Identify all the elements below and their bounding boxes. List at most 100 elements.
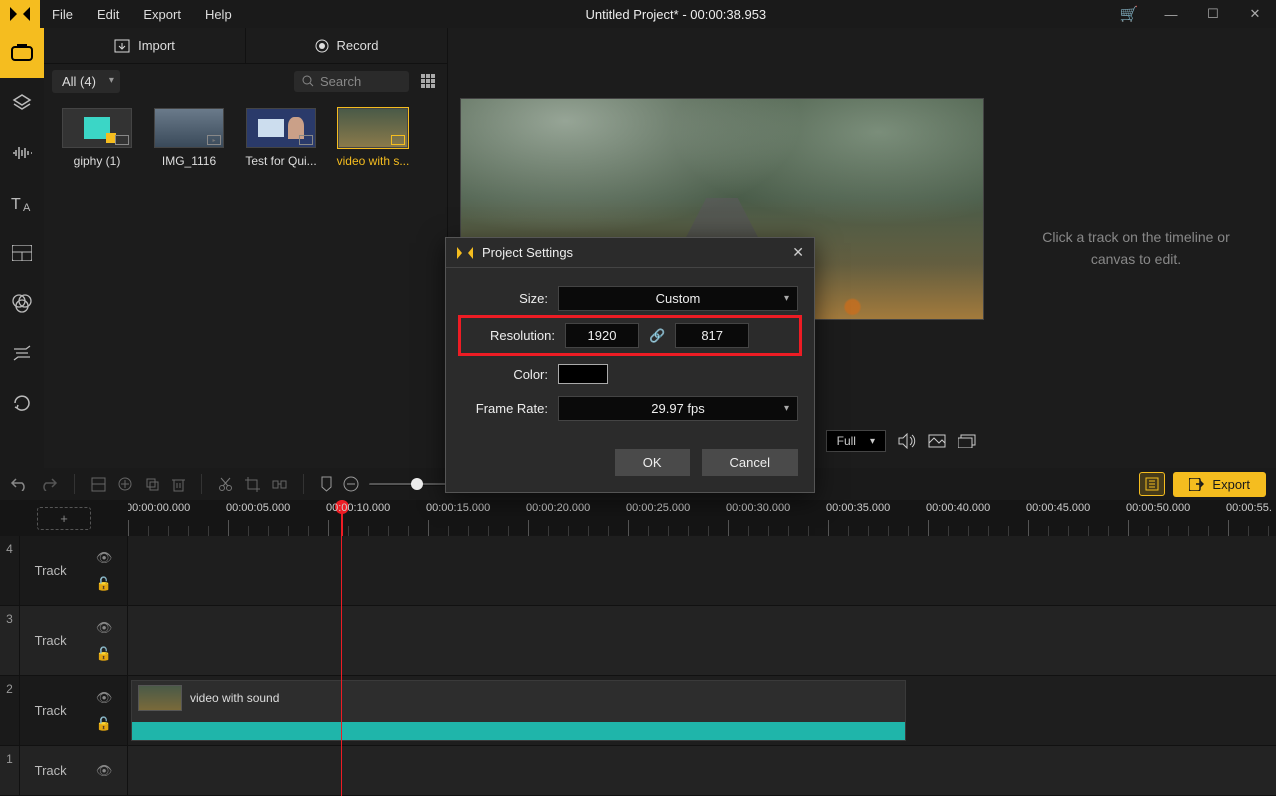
close-button[interactable]: ✕ — [1234, 6, 1276, 22]
cart-icon[interactable]: 🛒 — [1108, 5, 1150, 23]
maximize-button[interactable]: ☐ — [1192, 6, 1234, 22]
track-row[interactable]: 4 Track 👁 🔓 — [0, 536, 1276, 606]
tool-icon[interactable] — [145, 477, 160, 492]
title-bar: File Edit Export Help Untitled Project* … — [0, 0, 1276, 28]
chevron-down-icon: ▾ — [784, 293, 789, 304]
properties-panel: Click a track on the timeline or canvas … — [996, 28, 1276, 468]
timeline-clip[interactable]: video with sound — [131, 680, 906, 741]
highlight-frame: Resolution: 1920 🔗 817 — [458, 315, 802, 356]
track-row[interactable]: 3 Track👁🔓 — [0, 606, 1276, 676]
link-icon[interactable]: 🔗 — [649, 328, 665, 344]
dialog-close-button[interactable]: ✕ — [792, 244, 804, 261]
redo-icon[interactable] — [40, 477, 58, 491]
chevron-down-icon: ▾ — [109, 75, 114, 86]
track-label: Track — [35, 633, 67, 648]
zoom-dropdown[interactable]: Full ▾ — [826, 430, 886, 452]
export-button[interactable]: Export — [1173, 472, 1266, 497]
track-label: Track — [35, 703, 67, 718]
settings-chip[interactable] — [1139, 472, 1165, 496]
media-item[interactable]: Test for Qui... — [236, 108, 326, 168]
eye-icon[interactable]: 👁 — [96, 763, 113, 779]
audio-tool[interactable] — [0, 128, 44, 178]
track-number: 1 — [0, 746, 20, 795]
menu-edit[interactable]: Edit — [85, 7, 131, 22]
media-item[interactable]: giphy (1) — [52, 108, 142, 168]
svg-text:T: T — [11, 196, 21, 213]
timeline-ruler[interactable]: + 00:00:00.00000:00:05.00000:00:10.00000… — [0, 500, 1276, 536]
media-filter-dropdown[interactable]: All (4) ▾ — [52, 70, 120, 93]
tool-icon[interactable] — [272, 477, 287, 492]
layers-tool[interactable] — [0, 78, 44, 128]
fullscreen-icon[interactable] — [958, 434, 976, 448]
import-icon — [114, 39, 130, 53]
ok-button[interactable]: OK — [615, 449, 690, 476]
delete-icon[interactable] — [172, 477, 185, 492]
search-icon — [302, 75, 314, 87]
hint-text: canvas to edit. — [1042, 248, 1230, 270]
menu-export[interactable]: Export — [131, 7, 193, 22]
layout-tool[interactable] — [0, 228, 44, 278]
cancel-button[interactable]: Cancel — [702, 449, 798, 476]
grid-view-icon[interactable] — [417, 70, 439, 92]
hint-text: Click a track on the timeline or — [1042, 226, 1230, 248]
size-dropdown[interactable]: Custom ▾ — [558, 286, 798, 311]
text-tool[interactable]: TA — [0, 178, 44, 228]
eye-icon[interactable]: 👁 — [96, 550, 113, 566]
track-label: Track — [35, 763, 67, 778]
tool-icon[interactable] — [118, 477, 133, 492]
crop-icon[interactable] — [245, 477, 260, 492]
track-label: Track — [35, 563, 67, 578]
record-tab[interactable]: Record — [245, 28, 447, 63]
search-input[interactable]: Search — [294, 71, 409, 92]
project-settings-dialog: Project Settings ✕ Size: Custom ▾ Resolu… — [445, 237, 815, 493]
filter-label: All (4) — [62, 74, 96, 89]
record-label: Record — [337, 38, 379, 53]
track-number: 4 — [0, 536, 20, 605]
export-icon — [1189, 478, 1204, 491]
filter-tool[interactable] — [0, 278, 44, 328]
zoom-out-icon[interactable] — [343, 476, 359, 492]
app-logo — [0, 0, 40, 28]
media-item-label: giphy (1) — [52, 154, 142, 168]
search-placeholder: Search — [320, 74, 361, 89]
chevron-down-icon: ▾ — [784, 403, 789, 414]
snapshot-icon[interactable] — [928, 434, 946, 448]
clip-audio-waveform — [132, 722, 905, 740]
track-row[interactable]: 1 Track 👁 — [0, 746, 1276, 796]
chevron-down-icon: ▾ — [870, 436, 875, 447]
lock-icon[interactable]: 🔓 — [96, 576, 113, 592]
marker-icon[interactable] — [320, 476, 333, 492]
cut-icon[interactable] — [218, 477, 233, 492]
transition-tool[interactable] — [0, 328, 44, 378]
elements-tool[interactable] — [0, 378, 44, 428]
lock-icon[interactable]: 🔓 — [96, 716, 113, 732]
framerate-value: 29.97 fps — [651, 401, 705, 416]
eye-icon[interactable]: 👁 — [96, 620, 113, 636]
media-item-selected[interactable]: video with s... — [328, 108, 418, 168]
media-item-label: Test for Qui... — [236, 154, 326, 168]
resolution-width-input[interactable]: 1920 — [565, 323, 639, 348]
track-row[interactable]: 2 Track👁🔓 video with sound — [0, 676, 1276, 746]
eye-icon[interactable]: 👁 — [96, 690, 113, 706]
menu-help[interactable]: Help — [193, 7, 244, 22]
tool-icon[interactable] — [91, 477, 106, 492]
svg-text:A: A — [23, 202, 31, 213]
media-item-label: video with s... — [328, 154, 418, 168]
menu-file[interactable]: File — [40, 7, 85, 22]
volume-icon[interactable] — [898, 433, 916, 449]
minimize-button[interactable]: — — [1150, 7, 1192, 22]
media-item[interactable]: ▸ IMG_1116 — [144, 108, 234, 168]
import-tab[interactable]: Import — [44, 28, 245, 63]
framerate-dropdown[interactable]: 29.97 fps ▾ — [558, 396, 798, 421]
add-track-button[interactable]: + — [37, 507, 91, 530]
import-label: Import — [138, 38, 175, 53]
playhead-line — [341, 536, 342, 796]
media-panel: Import Record All (4) ▾ Search — [44, 28, 448, 468]
resolution-label: Resolution: — [469, 328, 565, 343]
media-tool[interactable] — [0, 28, 44, 78]
framerate-label: Frame Rate: — [462, 401, 558, 416]
undo-icon[interactable] — [10, 477, 28, 491]
resolution-height-input[interactable]: 817 — [675, 323, 749, 348]
color-picker[interactable] — [558, 364, 608, 384]
lock-icon[interactable]: 🔓 — [96, 646, 113, 662]
